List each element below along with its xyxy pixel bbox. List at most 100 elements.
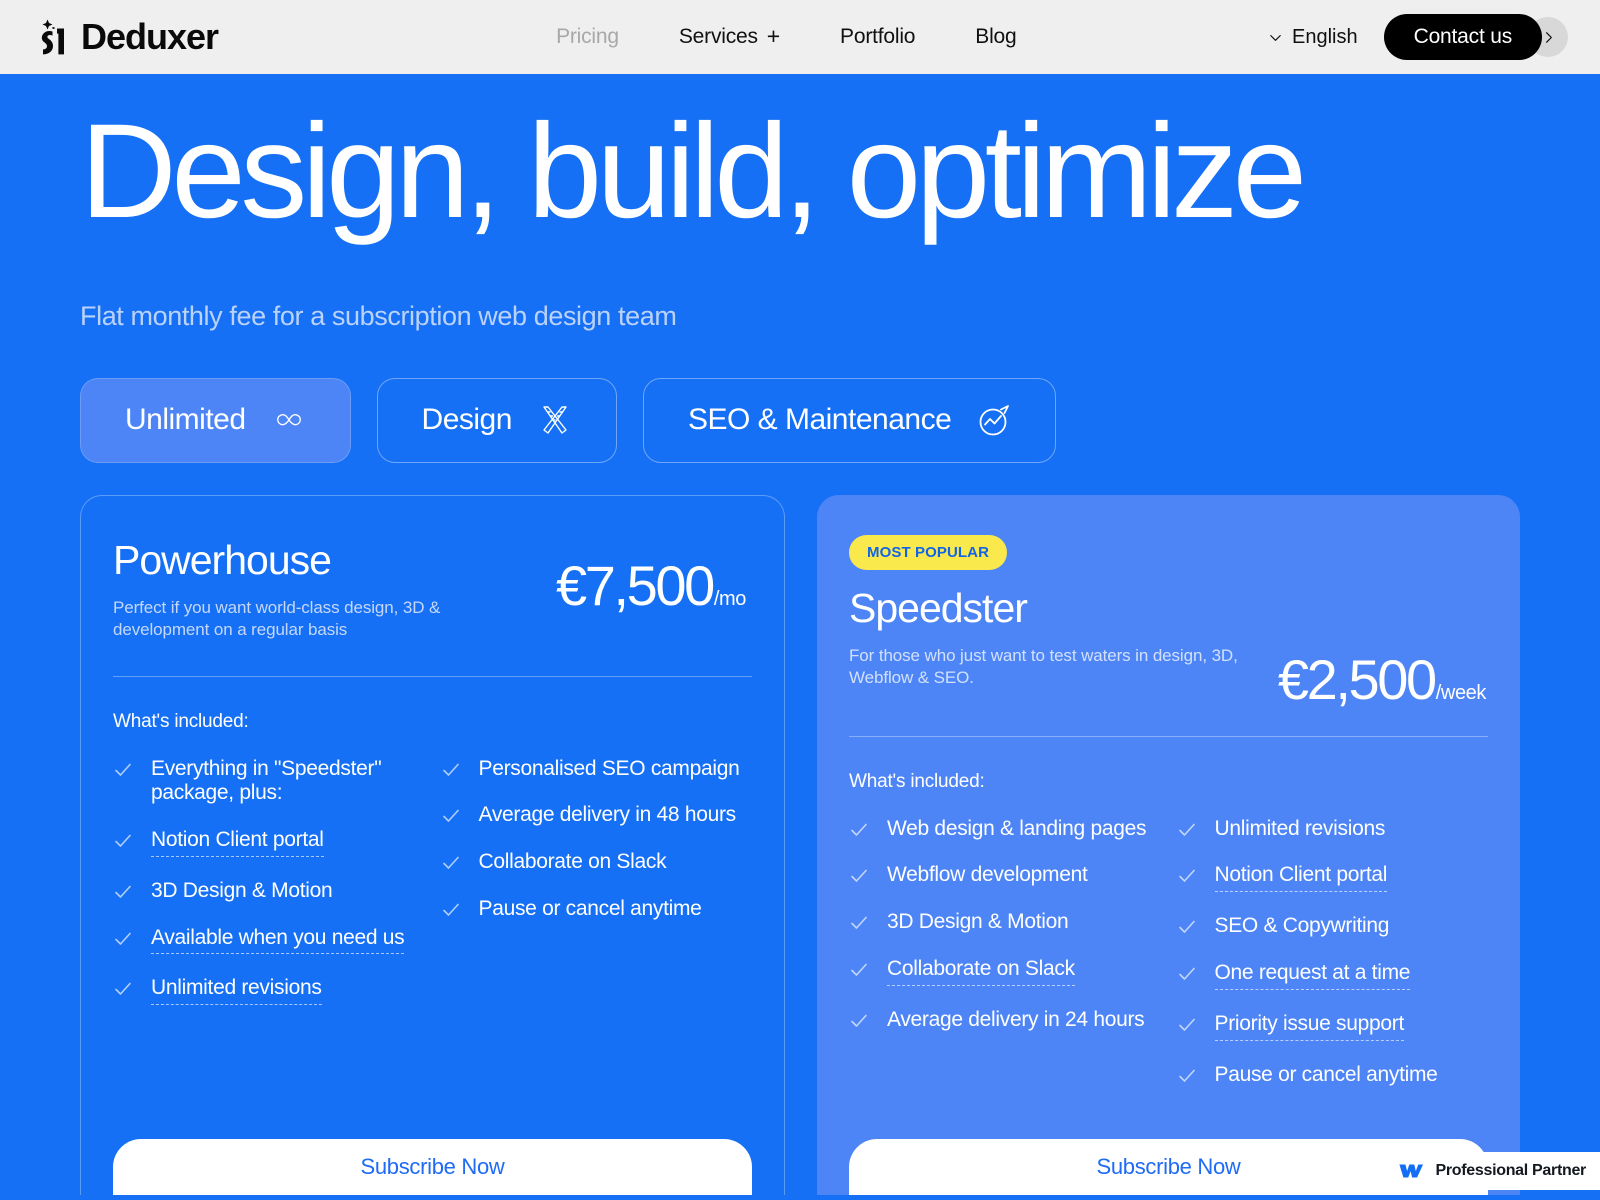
webflow-partner-badge[interactable]: Professional Partner xyxy=(1386,1152,1600,1190)
feature-item: Unlimited revisions xyxy=(1177,817,1489,842)
feature-label: Average delivery in 48 hours xyxy=(478,803,737,827)
feature-label: 3D Design & Motion xyxy=(151,878,333,902)
brand-name: Deduxer xyxy=(81,16,219,57)
feature-label: Average delivery in 24 hours xyxy=(887,1007,1145,1031)
tab-label-unlimited: Unlimited xyxy=(125,403,246,437)
check-icon xyxy=(851,823,867,836)
tab-label-seo-maintenance: SEO & Maintenance xyxy=(687,403,952,437)
feature-label[interactable]: Notion Client portal xyxy=(1214,863,1387,893)
feature-column-right: Personalised SEO campaign Average delive… xyxy=(433,757,753,1028)
language-label: English xyxy=(1292,25,1358,48)
plan-description: For those who just want to test waters i… xyxy=(849,645,1238,688)
check-icon xyxy=(442,810,459,823)
check-icon xyxy=(1178,920,1195,934)
plan-price: €7,500 xyxy=(555,553,715,617)
check-icon xyxy=(115,932,131,945)
webflow-partner-label: Professional Partner xyxy=(1435,1162,1586,1179)
feature-columns: Everything in "Speedster" package, plus:… xyxy=(113,757,752,1028)
feature-label: Pause or cancel anytime xyxy=(1214,1062,1438,1086)
nav-item-pricing[interactable]: Pricing xyxy=(526,25,649,49)
hero-section: Design, build, optimize Flat monthly fee… xyxy=(0,74,1600,332)
check-icon xyxy=(851,1014,867,1027)
nav-label-pricing: Pricing xyxy=(556,25,619,48)
nav-item-portfolio[interactable]: Portfolio xyxy=(810,25,945,49)
hero-subtitle: Flat monthly fee for a subscription web … xyxy=(80,300,677,331)
feature-label: Everything in "Speedster" package, plus: xyxy=(151,756,382,805)
feature-label[interactable]: Notion Client portal xyxy=(151,828,324,857)
pricing-card-speedster: MOST POPULAR Speedster For those who jus… xyxy=(817,494,1520,1195)
subscribe-button-powerhouse[interactable]: Subscribe Now xyxy=(113,1138,752,1195)
nav-label-portfolio: Portfolio xyxy=(840,25,916,48)
site-header: Deduxer Pricing Services + Portfolio Blo… xyxy=(0,0,1600,74)
check-icon xyxy=(851,963,867,976)
crossed-tools-icon xyxy=(543,406,567,434)
nav-item-blog[interactable]: Blog xyxy=(945,25,1046,49)
language-selector[interactable]: English xyxy=(1268,26,1358,49)
header-actions: English Contact us xyxy=(1268,14,1568,60)
check-icon xyxy=(115,763,131,776)
feature-label[interactable]: Unlimited revisions xyxy=(151,976,322,1006)
feature-column-right: Unlimited revisions Notion Client portal… xyxy=(1169,817,1489,1110)
plan-price-period: /mo xyxy=(713,587,747,610)
plan-name: Speedster xyxy=(849,584,1028,631)
check-icon xyxy=(1178,1018,1195,1031)
check-icon xyxy=(115,834,131,847)
deduxer-logo-mark-icon xyxy=(41,19,64,55)
feature-item: Available when you need us xyxy=(113,926,433,955)
feature-label[interactable]: Collaborate on Slack xyxy=(887,957,1075,986)
check-icon xyxy=(442,903,459,916)
check-icon xyxy=(1178,1069,1195,1082)
tab-seo-maintenance[interactable]: SEO & Maintenance xyxy=(642,377,1057,463)
contact-us-button[interactable]: Contact us xyxy=(1383,14,1542,60)
check-icon xyxy=(442,763,459,776)
feature-item: SEO & Copywriting xyxy=(1177,914,1489,939)
infinity-icon xyxy=(276,414,301,426)
tab-design[interactable]: Design xyxy=(376,377,617,463)
webflow-logo-icon xyxy=(1399,1164,1424,1178)
status-badge-most-popular: MOST POPULAR xyxy=(849,534,1008,570)
card-header-text: Speedster For those who just want to tes… xyxy=(849,584,1269,690)
chevron-right-icon xyxy=(1545,31,1552,43)
check-icon xyxy=(115,885,131,898)
included-label: What's included: xyxy=(849,770,985,792)
feature-item: Notion Client portal xyxy=(113,828,433,857)
feature-column-left: Web design & landing pages Webflow devel… xyxy=(849,817,1169,1110)
feature-column-left: Everything in "Speedster" package, plus:… xyxy=(113,757,433,1028)
feature-label: Personalised SEO campaign xyxy=(478,756,740,780)
card-header: Powerhouse Perfect if you want world-cla… xyxy=(113,536,752,642)
feature-item: Priority issue support xyxy=(1177,1012,1489,1041)
card-header-text: Powerhouse Perfect if you want world-cla… xyxy=(113,536,533,642)
feature-item: One request at a time xyxy=(1177,961,1489,990)
feature-label[interactable]: Available when you need us xyxy=(151,926,405,955)
pricing-card-powerhouse: Powerhouse Perfect if you want world-cla… xyxy=(80,494,785,1195)
nav-label-services: Services xyxy=(678,25,758,48)
check-icon xyxy=(1178,967,1195,980)
nav-item-services[interactable]: Services + xyxy=(649,25,810,49)
chevron-down-icon xyxy=(1270,34,1281,41)
plus-icon: + xyxy=(766,23,781,49)
included-label: What's included: xyxy=(113,710,249,732)
check-icon xyxy=(442,856,459,869)
plan-price-group: €7,500 /mo xyxy=(555,553,747,617)
plan-price-group: €2,500 /week xyxy=(1278,651,1487,708)
feature-label[interactable]: One request at a time xyxy=(1214,961,1410,990)
feature-item: Notion Client portal xyxy=(1177,863,1489,893)
plan-description: Perfect if you want world-class design, … xyxy=(113,597,441,640)
feature-label[interactable]: Priority issue support xyxy=(1214,1012,1404,1041)
check-icon xyxy=(115,983,131,996)
tab-label-design: Design xyxy=(421,403,513,437)
feature-label: Unlimited revisions xyxy=(1214,816,1386,840)
plan-price-period: /week xyxy=(1435,681,1487,704)
check-icon xyxy=(851,916,867,930)
brand-logo[interactable]: Deduxer xyxy=(38,16,219,57)
feature-columns: Web design & landing pages Webflow devel… xyxy=(849,817,1488,1110)
feature-label: Pause or cancel anytime xyxy=(478,896,702,920)
feature-item: Pause or cancel anytime xyxy=(1177,1063,1489,1088)
tab-unlimited[interactable]: Unlimited xyxy=(80,377,351,463)
plan-name: Powerhouse xyxy=(113,536,332,583)
page-title: Design, build, optimize xyxy=(80,97,1307,246)
card-divider xyxy=(113,675,752,677)
feature-item: Webflow development xyxy=(849,863,1169,888)
check-icon xyxy=(851,870,867,883)
feature-item: Pause or cancel anytime xyxy=(441,897,753,922)
